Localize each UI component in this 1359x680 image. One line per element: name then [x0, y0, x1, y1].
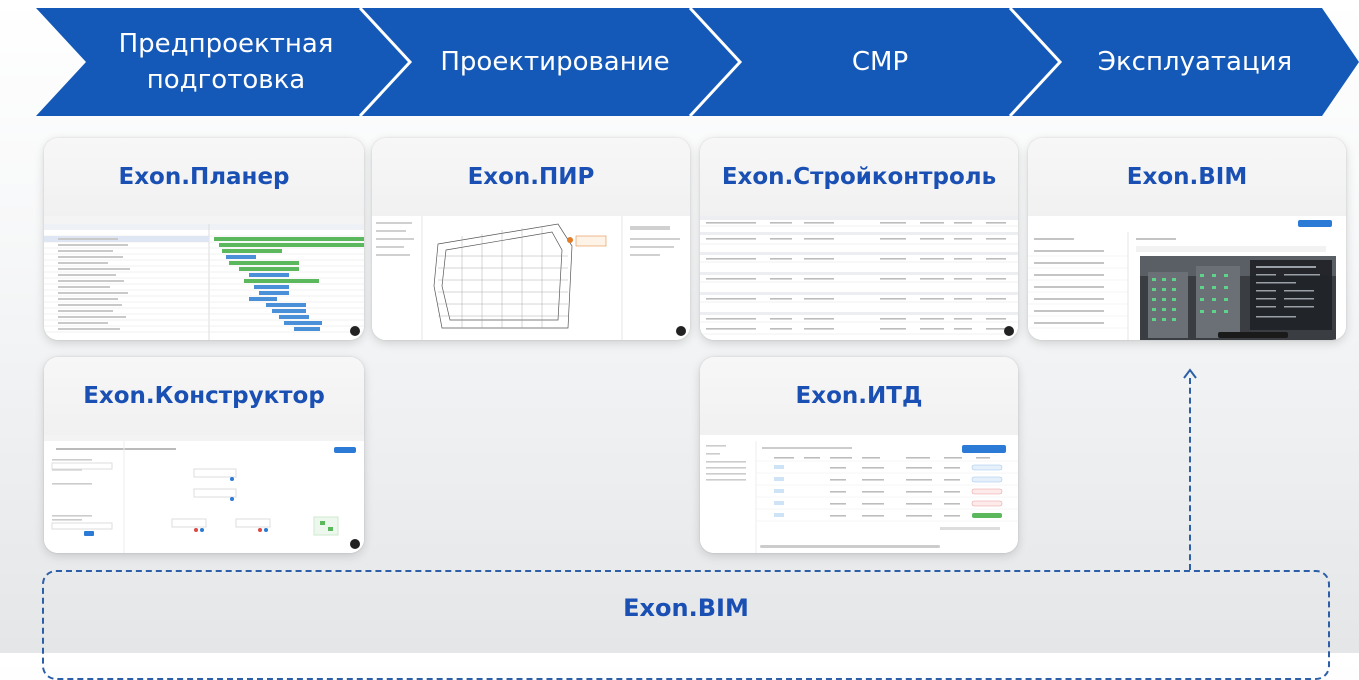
product-card-planer[interactable]: Exon.Планер [44, 138, 364, 340]
exon-logo-icon [1004, 326, 1014, 336]
product-title-bim-top: Exon.BIM [1028, 138, 1346, 217]
product-title-planer: Exon.Планер [44, 138, 364, 217]
dashed-connector [1189, 378, 1191, 570]
product-title-stroykontrol: Exon.Стройконтроль [700, 138, 1018, 217]
exon-logo-icon [676, 326, 686, 336]
product-card-stroykontrol[interactable]: Exon.Стройконтроль [700, 138, 1018, 340]
product-card-itd[interactable]: Exon.ИТД [700, 357, 1018, 553]
product-title-konstruktor: Exon.Конструктор [44, 357, 364, 436]
bim-screenshot [1028, 216, 1346, 340]
product-card-pir[interactable]: Exon.ПИР [372, 138, 690, 340]
phase-label-proektirovanie: Проектирование [440, 47, 670, 77]
product-title-pir: Exon.ПИР [372, 138, 690, 217]
bim-platform-title: Exon.BIM [623, 594, 749, 622]
planer-screenshot [44, 216, 364, 340]
phase-chevron-bar: Предпроектная подготовка Проектирование … [0, 0, 1359, 125]
pir-screenshot [372, 216, 690, 340]
stroykontrol-screenshot [700, 216, 1018, 340]
bim-platform-container [42, 570, 1330, 680]
exon-logo-icon [350, 539, 360, 549]
phase-label-smr: СМР [851, 47, 909, 77]
product-card-bim-top[interactable]: Exon.BIM [1028, 138, 1346, 340]
phase-label-predproekt: Предпроектная подготовка [118, 29, 334, 95]
itd-screenshot [700, 435, 1018, 553]
arrow-up-icon [1183, 368, 1197, 379]
phase-label-ekspluatatsiya: Эксплуатация [1097, 47, 1293, 77]
product-card-konstruktor[interactable]: Exon.Конструктор [44, 357, 364, 553]
exon-logo-icon [350, 326, 360, 336]
product-title-itd: Exon.ИТД [700, 357, 1018, 436]
konstruktor-screenshot [44, 435, 364, 553]
